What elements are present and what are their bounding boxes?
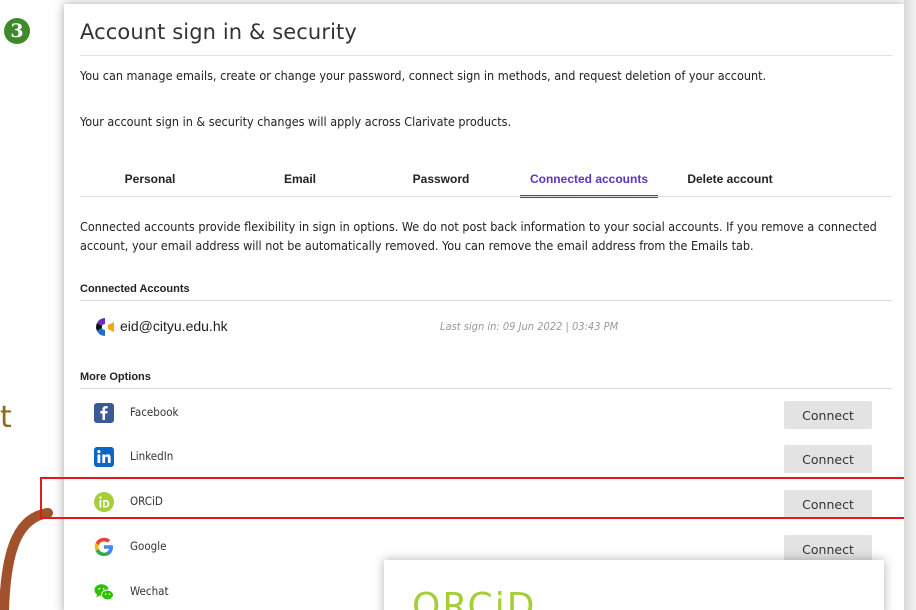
- cropped-side-text: t: [0, 400, 12, 435]
- option-label: Google: [130, 539, 167, 553]
- orcid-highlight-box: [40, 477, 914, 519]
- connected-accounts-info: Connected accounts provide flexibility i…: [80, 219, 877, 253]
- description-text: You can manage emails, create or change …: [80, 68, 767, 83]
- step-number-badge: 3: [4, 18, 30, 44]
- option-label: Wechat: [130, 584, 169, 598]
- divider: [80, 300, 892, 301]
- facebook-icon: [94, 403, 114, 423]
- tab-bar: Personal Email Password Connected accoun…: [80, 166, 892, 198]
- tab-delete-account[interactable]: Delete account: [678, 166, 782, 198]
- orcid-logo: ORCiD: [412, 586, 537, 610]
- divider: [80, 196, 892, 197]
- tab-email[interactable]: Email: [254, 166, 346, 198]
- divider: [80, 55, 892, 56]
- connect-linkedin-button[interactable]: Connect: [784, 445, 872, 473]
- more-options-heading: More Options: [80, 371, 151, 383]
- window-edge: [904, 0, 916, 610]
- account-security-panel: Account sign in & security You can manag…: [64, 4, 904, 610]
- option-row-linkedin: LinkedIn Connect: [80, 442, 892, 476]
- wechat-icon: [94, 584, 114, 601]
- google-icon: [94, 537, 113, 556]
- divider: [80, 388, 892, 389]
- curved-arrow-icon: [0, 508, 53, 610]
- linkedin-icon: [94, 447, 114, 467]
- tab-personal[interactable]: Personal: [102, 166, 198, 198]
- last-sign-in-text: Last sign in: 09 Jun 2022 | 03:43 PM: [440, 320, 619, 333]
- option-label: Facebook: [130, 405, 179, 419]
- description-text-2: Your account sign in & security changes …: [80, 114, 512, 129]
- connect-google-button[interactable]: Connect: [784, 535, 872, 563]
- orcid-popup: ORCiD: [384, 560, 884, 610]
- connected-account-row: eid@cityu.edu.hk Last sign in: 09 Jun 20…: [80, 312, 892, 342]
- connected-email: eid@cityu.edu.hk: [120, 318, 228, 334]
- option-label: LinkedIn: [130, 449, 174, 463]
- clarivate-icon: [96, 318, 114, 336]
- tab-password[interactable]: Password: [393, 166, 489, 198]
- page-title: Account sign in & security: [80, 20, 357, 44]
- tab-connected-accounts[interactable]: Connected accounts: [520, 166, 658, 198]
- option-row-facebook: Facebook Connect: [80, 398, 892, 432]
- connect-facebook-button[interactable]: Connect: [784, 401, 872, 429]
- connected-accounts-heading: Connected Accounts: [80, 283, 190, 295]
